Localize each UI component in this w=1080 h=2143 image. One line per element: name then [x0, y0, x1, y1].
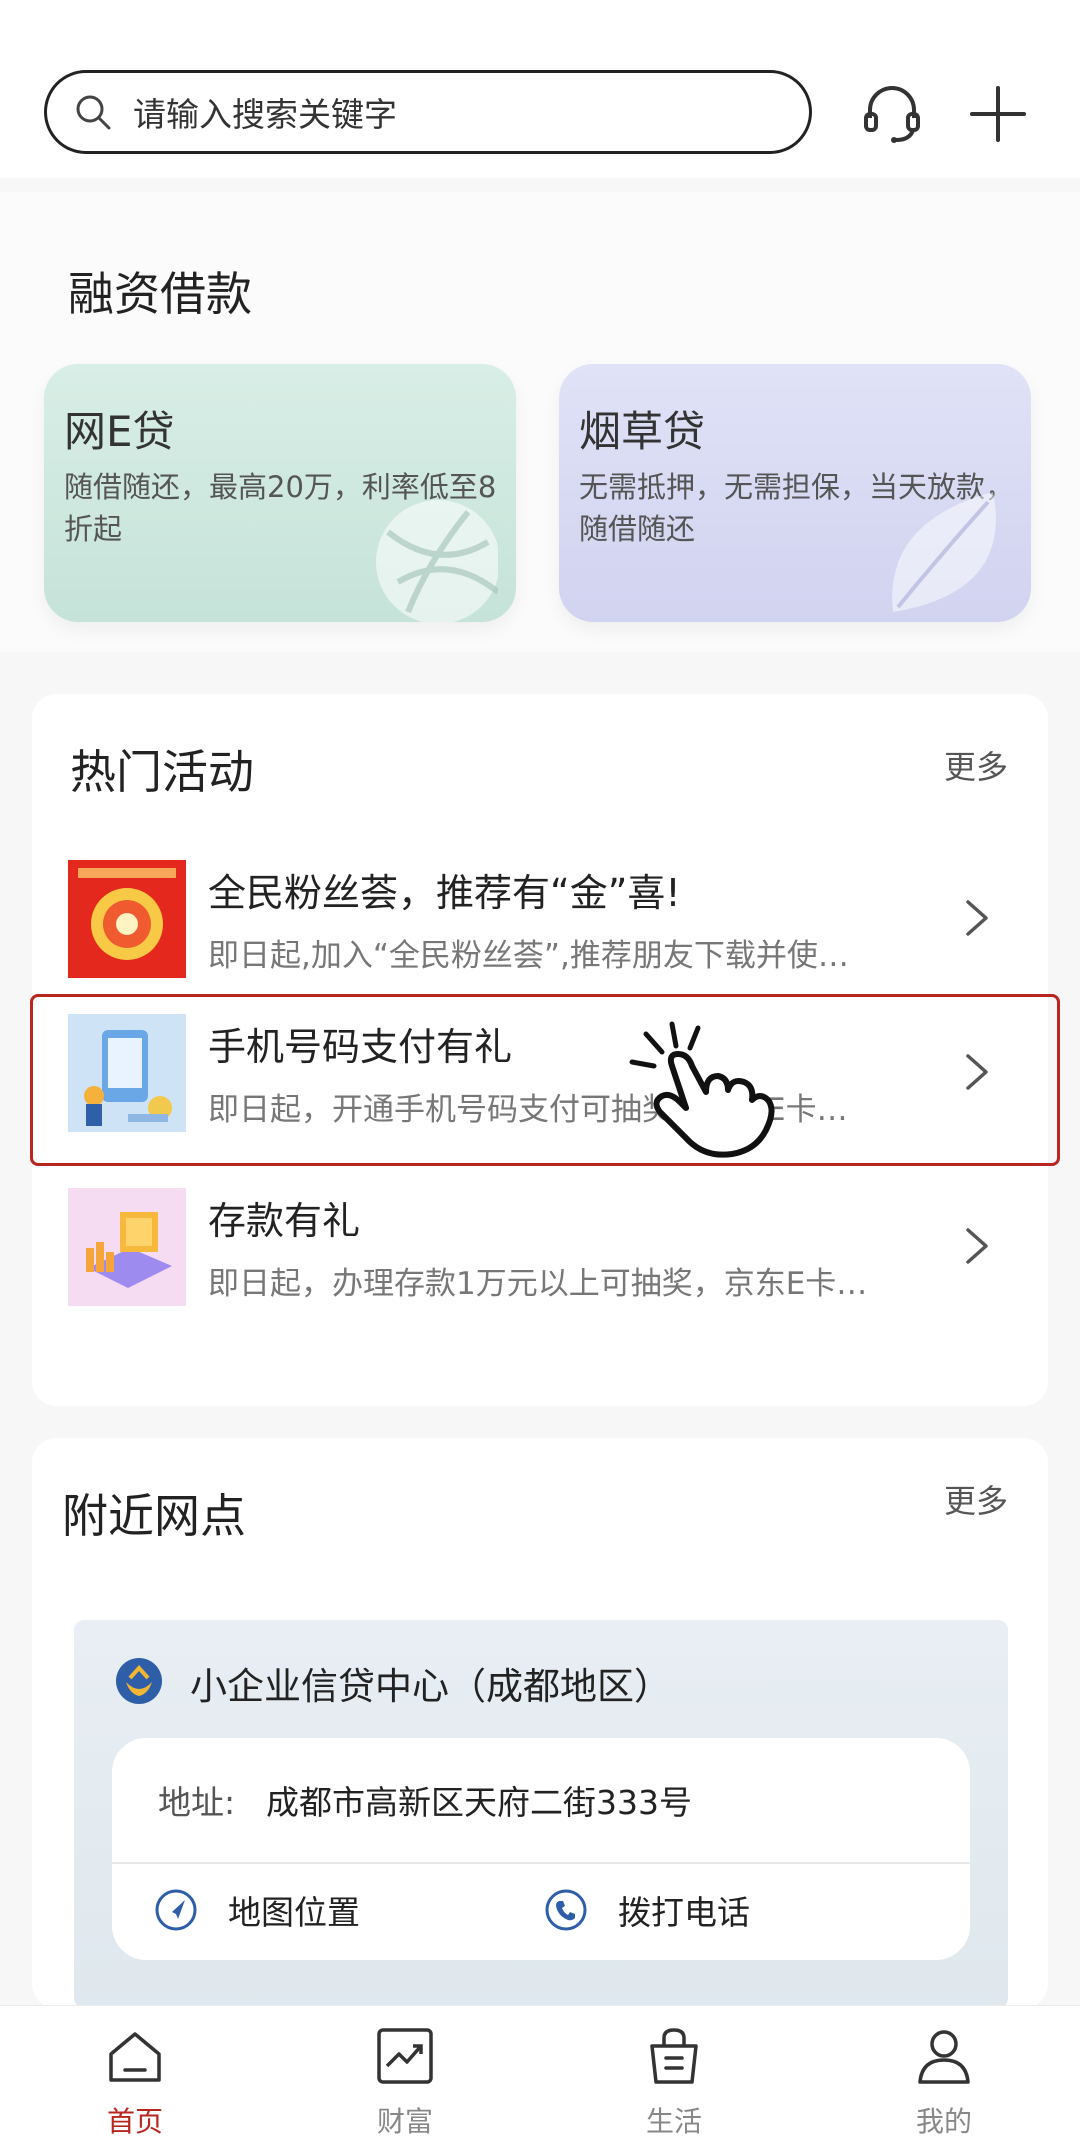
- bottom-navigation: 首页 财富 生活 我的: [0, 2005, 1080, 2143]
- globe-icon: [376, 500, 498, 622]
- phone-payment-thumbnail: [68, 1014, 186, 1132]
- nav-label: 生活: [645, 2105, 702, 2138]
- navigation-arrow-icon: [155, 1889, 197, 1931]
- nearby-title: 附近网点: [62, 1489, 246, 1543]
- phone-icon: [545, 1889, 587, 1931]
- tap-hand-icon: [629, 1021, 775, 1158]
- address-value: 成都市高新区天府二街333号: [266, 1783, 692, 1822]
- map-location-button[interactable]: 地图位置: [154, 1886, 360, 1934]
- plus-icon[interactable]: [964, 80, 1032, 148]
- nearby-outlets-section: 附近网点 更多 小企业信贷中心（成都地区） 地址: 成都市高新区天府二街333号…: [32, 1438, 1048, 2008]
- nav-wealth[interactable]: 财富: [325, 2024, 485, 2143]
- divider: [112, 1862, 970, 1864]
- search-placeholder: 请输入搜索关键字: [133, 95, 397, 134]
- activity-desc: 即日起，办理存款1万元以上可抽奖，京东E卡…: [208, 1266, 868, 1302]
- chart-icon: [377, 2028, 433, 2084]
- address-label: 地址:: [158, 1783, 236, 1822]
- user-icon: [918, 2030, 970, 2084]
- activity-item[interactable]: 全民粉丝荟，推荐有“金”喜! 即日起,加入“全民粉丝荟”,推荐朋友下载并使…: [32, 840, 1048, 1002]
- loan-name: 烟草贷: [579, 407, 706, 456]
- call-button[interactable]: 拨打电话: [544, 1886, 750, 1934]
- branch-name: 小企业信贷中心（成都地区）: [190, 1665, 671, 1708]
- chevron-right-icon: [966, 1228, 988, 1264]
- loan-card-tobacco[interactable]: 烟草贷 无需抵押，无需担保，当天放款，随借随还: [559, 364, 1031, 622]
- activity-item[interactable]: 手机号码支付有礼 即日起，开通手机号码支付可抽奖，京东E卡…: [30, 994, 1060, 1166]
- shopping-bag-icon: [650, 2028, 698, 2084]
- nav-mine[interactable]: 我的: [864, 2024, 1024, 2143]
- financing-title: 融资借款: [68, 267, 252, 321]
- leaf-icon: [892, 492, 996, 612]
- top-header: 请输入搜索关键字: [0, 0, 1080, 178]
- activity-title: 手机号码支付有礼: [208, 1025, 513, 1069]
- nav-label: 我的: [915, 2105, 972, 2138]
- hot-more-link[interactable]: 更多: [944, 742, 1008, 788]
- branch-card[interactable]: 小企业信贷中心（成都地区） 地址: 成都市高新区天府二街333号 地图位置 拨打…: [74, 1620, 1008, 2008]
- chevron-right-icon: [966, 1054, 988, 1090]
- search-bar[interactable]: 请输入搜索关键字: [44, 70, 812, 154]
- loan-name: 网E贷: [64, 407, 175, 456]
- loan-card-wang-e[interactable]: 网E贷 随借随还，最高20万，利率低至8折起: [44, 364, 516, 622]
- nav-label: 首页: [106, 2105, 163, 2138]
- home-icon: [109, 2032, 161, 2082]
- branch-info-panel: 地址: 成都市高新区天府二街333号 地图位置 拨打电话: [112, 1738, 970, 1960]
- nav-label: 财富: [376, 2105, 433, 2138]
- nav-life[interactable]: 生活: [594, 2024, 754, 2143]
- activity-title: 存款有礼: [208, 1199, 361, 1243]
- nearby-more-link[interactable]: 更多: [944, 1476, 1008, 1522]
- activity-item[interactable]: 存款有礼 即日起，办理存款1万元以上可抽奖，京东E卡…: [32, 1168, 1048, 1330]
- hot-activities-title: 热门活动: [70, 745, 254, 799]
- activity-title: 全民粉丝荟，推荐有“金”喜!: [208, 871, 681, 915]
- activity-desc: 即日起,加入“全民粉丝荟”,推荐朋友下载并使…: [208, 938, 849, 974]
- call-label: 拨打电话: [618, 1893, 750, 1932]
- deposit-thumbnail: [68, 1188, 186, 1306]
- bank-logo-icon: [116, 1658, 162, 1704]
- fan-club-thumbnail: [68, 860, 186, 978]
- nav-home[interactable]: 首页: [55, 2024, 215, 2143]
- activity-desc: 即日起，开通手机号码支付可抽奖，京东E卡…: [208, 1092, 848, 1128]
- hot-activities-section: 热门活动 更多 全民粉丝荟，推荐有“金”喜! 即日起,加入“全民粉丝荟”,推荐朋…: [30, 694, 1060, 1406]
- search-icon: [73, 92, 113, 132]
- map-label: 地图位置: [228, 1893, 360, 1932]
- headset-icon[interactable]: [858, 80, 926, 148]
- chevron-right-icon: [966, 900, 988, 936]
- financing-section: 融资借款 网E贷 随借随还，最高20万，利率低至8折起 烟草贷 无需抵押，无需担…: [0, 192, 1080, 652]
